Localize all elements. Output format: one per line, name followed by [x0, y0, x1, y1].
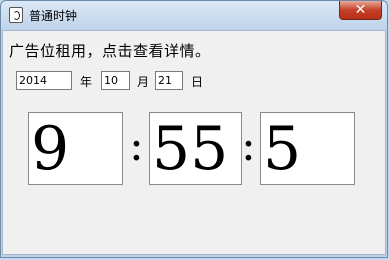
year-field[interactable]: 2014 — [16, 71, 72, 90]
close-button[interactable]: ✕ — [339, 1, 382, 20]
month-field[interactable]: 10 — [101, 71, 130, 90]
window-title: 普通时钟 — [29, 9, 78, 23]
minutes-seconds-separator: : — [241, 120, 256, 171]
month-label: 月 — [137, 75, 150, 89]
hours-display: 9 — [28, 112, 123, 185]
day-label: 日 — [191, 75, 204, 89]
hours-minutes-separator: : — [129, 120, 144, 171]
clock-window: 普通时钟 ✕ 广告位租用，点击查看详情。 2014 年 10 月 21 日 9 … — [0, 0, 388, 258]
client-area: 广告位租用，点击查看详情。 2014 年 10 月 21 日 9 : 55 : … — [2, 30, 386, 255]
year-label: 年 — [80, 75, 93, 89]
seconds-display: 5 — [260, 112, 355, 185]
minutes-display: 55 — [149, 112, 242, 185]
title-bar[interactable]: 普通时钟 ✕ — [1, 1, 387, 30]
clock-app-icon — [9, 7, 23, 23]
day-field[interactable]: 21 — [155, 71, 183, 90]
ad-link[interactable]: 广告位租用，点击查看详情。 — [9, 40, 211, 61]
